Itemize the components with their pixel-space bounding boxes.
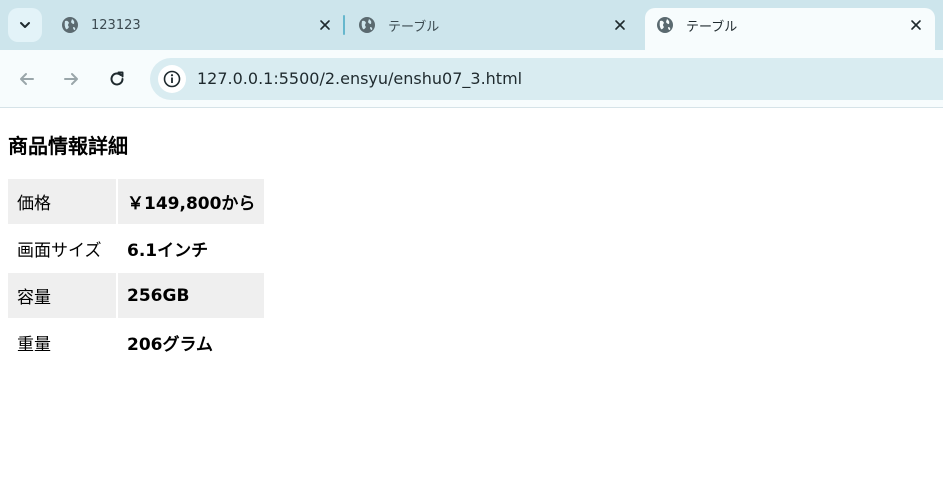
tab-title: テーブル (388, 19, 440, 35)
close-icon[interactable] (610, 15, 630, 35)
tab-title: 123123 (91, 17, 141, 33)
back-button[interactable] (12, 64, 42, 94)
info-icon (163, 70, 181, 88)
reload-button[interactable] (102, 64, 132, 94)
table-row: 重量 206グラム (8, 320, 264, 365)
forward-button[interactable] (56, 64, 86, 94)
table-row: 容量 256GB (8, 273, 265, 318)
tab-3-active[interactable]: テーブル (656, 8, 926, 42)
address-bar[interactable]: 127.0.0.1:5500/2.ensyu/enshu07_3.html (150, 58, 943, 100)
product-spec-table: 価格 ￥149,800から 画面サイズ 6.1インチ 容量 256GB 重量 2… (6, 177, 266, 367)
arrow-right-icon (64, 73, 78, 85)
tab-search-button[interactable] (8, 8, 42, 42)
globe-icon (657, 17, 673, 33)
row-value: ￥149,800から (118, 179, 265, 224)
tab-strip: 123123 テーブル テーブル (0, 0, 943, 50)
tab-2[interactable]: テーブル (358, 8, 630, 42)
globe-icon (62, 17, 78, 33)
reload-icon (110, 71, 124, 86)
browser-toolbar: 127.0.0.1:5500/2.ensyu/enshu07_3.html (0, 50, 943, 108)
table-row: 価格 ￥149,800から (8, 179, 265, 224)
url-text[interactable]: 127.0.0.1:5500/2.ensyu/enshu07_3.html (197, 69, 522, 88)
row-label: 画面サイズ (17, 241, 102, 261)
row-label: 価格 (8, 179, 116, 224)
table-row: 画面サイズ 6.1インチ (8, 226, 264, 271)
row-label: 重量 (17, 335, 51, 355)
row-label: 容量 (8, 273, 116, 318)
row-value: 206グラム (127, 335, 213, 355)
close-icon[interactable] (906, 15, 926, 35)
tab-1[interactable]: 123123 (61, 8, 335, 42)
tab-divider (343, 15, 345, 35)
chevron-down-icon (20, 22, 30, 28)
page-title: 商品情報詳細 (8, 134, 128, 158)
page-content: 商品情報詳細 価格 ￥149,800から 画面サイズ 6.1インチ 容量 256… (0, 109, 943, 478)
arrow-left-icon (20, 73, 34, 85)
tab-title: テーブル (686, 19, 738, 35)
close-icon[interactable] (315, 15, 335, 35)
globe-icon (359, 17, 375, 33)
row-value: 256GB (118, 273, 265, 318)
row-value: 6.1インチ (127, 241, 209, 261)
site-info-button[interactable] (158, 65, 186, 93)
